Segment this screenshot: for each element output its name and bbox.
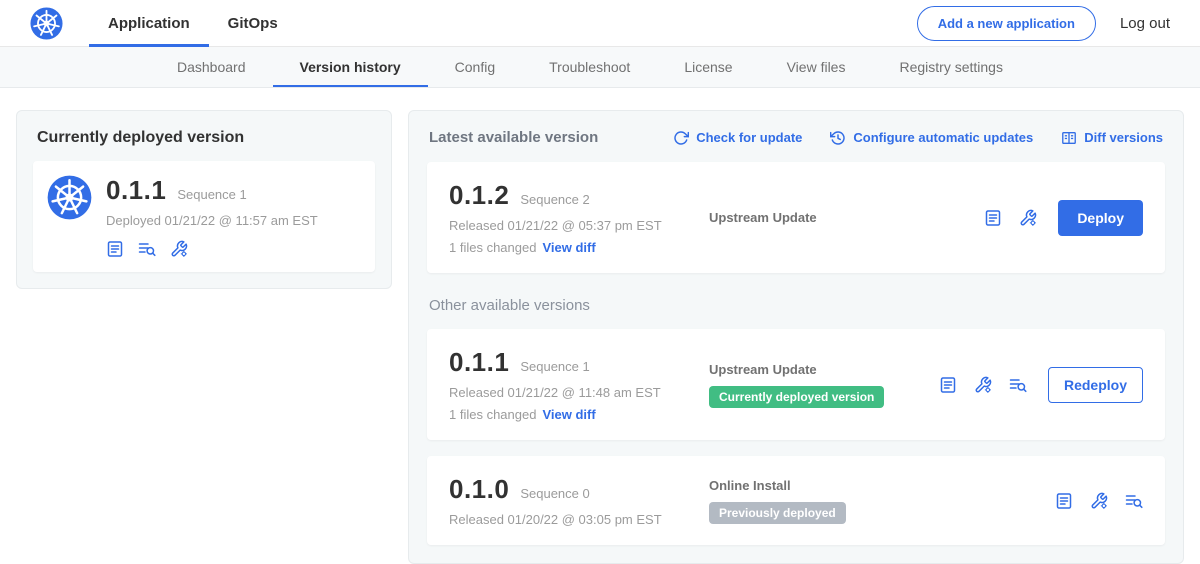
released-date: Released 01/21/22 @ 05:37 pm EST (449, 218, 709, 233)
main-content: Currently deployed version 0.1.1 Sequenc… (0, 88, 1200, 564)
tab-label: Troubleshoot (549, 59, 630, 75)
tab-label: Registry settings (899, 59, 1002, 75)
tab-version-history[interactable]: Version history (273, 47, 428, 87)
configure-updates-icon (830, 130, 846, 146)
logout-link[interactable]: Log out (1120, 15, 1170, 32)
release-notes-icon[interactable] (1055, 492, 1073, 510)
version-card-0-1-0: 0.1.0 Sequence 0 Released 01/20/22 @ 03:… (427, 456, 1165, 545)
version-card-source: Upstream Update (709, 210, 984, 225)
deployed-card-body: 0.1.1 Sequence 1 Deployed 01/21/22 @ 11:… (106, 175, 318, 258)
version-source: Upstream Update (709, 210, 984, 225)
release-notes-icon[interactable] (984, 209, 1002, 227)
preflight-checks-icon[interactable] (1125, 492, 1143, 510)
previously-deployed-badge: Previously deployed (709, 502, 846, 524)
tab-troubleshoot[interactable]: Troubleshoot (522, 47, 657, 87)
deploy-button[interactable]: Deploy (1058, 200, 1143, 236)
kubernetes-app-icon (47, 175, 92, 220)
available-versions-panel: Latest available version Check for updat… (408, 110, 1184, 564)
deployed-sequence: Sequence 1 (177, 187, 246, 202)
edit-config-icon[interactable] (1019, 209, 1037, 227)
configure-automatic-updates-link[interactable]: Configure automatic updates (830, 130, 1033, 146)
versions-panel-actions: Check for update Configure automatic upd… (673, 130, 1163, 146)
versions-panel-header: Latest available version Check for updat… (429, 129, 1163, 146)
diff-versions-icon (1061, 130, 1077, 146)
version-sequence: Sequence 1 (520, 359, 589, 374)
version-card-actions: Redeploy (939, 367, 1143, 403)
version-card-info: 0.1.0 Sequence 0 Released 01/20/22 @ 03:… (449, 474, 709, 527)
tab-label: Dashboard (177, 59, 246, 75)
deployed-version-number: 0.1.1 (106, 175, 166, 206)
edit-config-icon[interactable] (974, 376, 992, 394)
version-number: 0.1.1 (449, 347, 509, 378)
header-tab-label: GitOps (228, 15, 278, 32)
files-changed-row: 1 files changed View diff (449, 407, 709, 422)
tab-label: Config (455, 59, 495, 75)
tab-dashboard[interactable]: Dashboard (150, 47, 273, 87)
deployed-icon-row (106, 240, 318, 258)
version-sequence: Sequence 0 (520, 486, 589, 501)
diff-versions-link[interactable]: Diff versions (1061, 130, 1163, 146)
edit-config-icon[interactable] (1090, 492, 1108, 510)
check-for-update-link[interactable]: Check for update (673, 130, 802, 146)
kubernetes-logo-icon (30, 7, 63, 40)
tab-label: Version history (300, 59, 401, 75)
diff-versions-label: Diff versions (1084, 130, 1163, 145)
header-right: Add a new application Log out (917, 6, 1170, 41)
version-card-actions (1055, 492, 1143, 510)
view-diff-link[interactable]: View diff (542, 240, 595, 255)
check-update-label: Check for update (696, 130, 802, 145)
release-notes-icon[interactable] (939, 376, 957, 394)
version-number: 0.1.0 (449, 474, 509, 505)
version-card-info: 0.1.2 Sequence 2 Released 01/21/22 @ 05:… (449, 180, 709, 255)
latest-version-title: Latest available version (429, 129, 598, 146)
header-tab-application[interactable]: Application (89, 0, 209, 47)
currently-deployed-panel: Currently deployed version 0.1.1 Sequenc… (16, 110, 392, 289)
version-card-0-1-2: 0.1.2 Sequence 2 Released 01/21/22 @ 05:… (427, 162, 1165, 273)
version-card-actions: Deploy (984, 200, 1143, 236)
release-notes-icon[interactable] (106, 240, 124, 258)
tab-registry-settings[interactable]: Registry settings (872, 47, 1029, 87)
files-changed: 1 files changed (449, 407, 536, 422)
view-diff-link[interactable]: View diff (542, 407, 595, 422)
currently-deployed-badge: Currently deployed version (709, 386, 884, 408)
tab-label: License (684, 59, 732, 75)
version-card-source: Online Install Previously deployed (709, 478, 1055, 524)
tab-license[interactable]: License (657, 47, 759, 87)
version-source: Online Install (709, 478, 1055, 493)
files-changed-row: 1 files changed View diff (449, 240, 709, 255)
version-card-info: 0.1.1 Sequence 1 Released 01/21/22 @ 11:… (449, 347, 709, 422)
tab-view-files[interactable]: View files (760, 47, 873, 87)
preflight-checks-icon[interactable] (1009, 376, 1027, 394)
top-header: Application GitOps Add a new application… (0, 0, 1200, 47)
tab-config[interactable]: Config (428, 47, 522, 87)
version-card-0-1-1: 0.1.1 Sequence 1 Released 01/21/22 @ 11:… (427, 329, 1165, 440)
released-date: Released 01/20/22 @ 03:05 pm EST (449, 512, 709, 527)
tab-label: View files (787, 59, 846, 75)
other-versions-title: Other available versions (429, 297, 1163, 314)
version-source: Upstream Update (709, 362, 939, 377)
configure-updates-label: Configure automatic updates (853, 130, 1033, 145)
add-application-button[interactable]: Add a new application (917, 6, 1096, 41)
app-subnav: Dashboard Version history Config Trouble… (0, 47, 1200, 88)
deployed-version-card: 0.1.1 Sequence 1 Deployed 01/21/22 @ 11:… (33, 161, 375, 272)
preflight-checks-icon[interactable] (138, 240, 156, 258)
version-card-source: Upstream Update Currently deployed versi… (709, 362, 939, 408)
edit-config-icon[interactable] (170, 240, 188, 258)
header-tab-label: Application (108, 15, 190, 32)
version-number: 0.1.2 (449, 180, 509, 211)
version-sequence: Sequence 2 (520, 192, 589, 207)
header-tab-gitops[interactable]: GitOps (209, 0, 297, 47)
files-changed: 1 files changed (449, 240, 536, 255)
deployed-date: Deployed 01/21/22 @ 11:57 am EST (106, 213, 318, 228)
redeploy-button[interactable]: Redeploy (1048, 367, 1143, 403)
check-update-icon (673, 130, 689, 146)
deployed-panel-title: Currently deployed version (37, 129, 375, 147)
released-date: Released 01/21/22 @ 11:48 am EST (449, 385, 709, 400)
